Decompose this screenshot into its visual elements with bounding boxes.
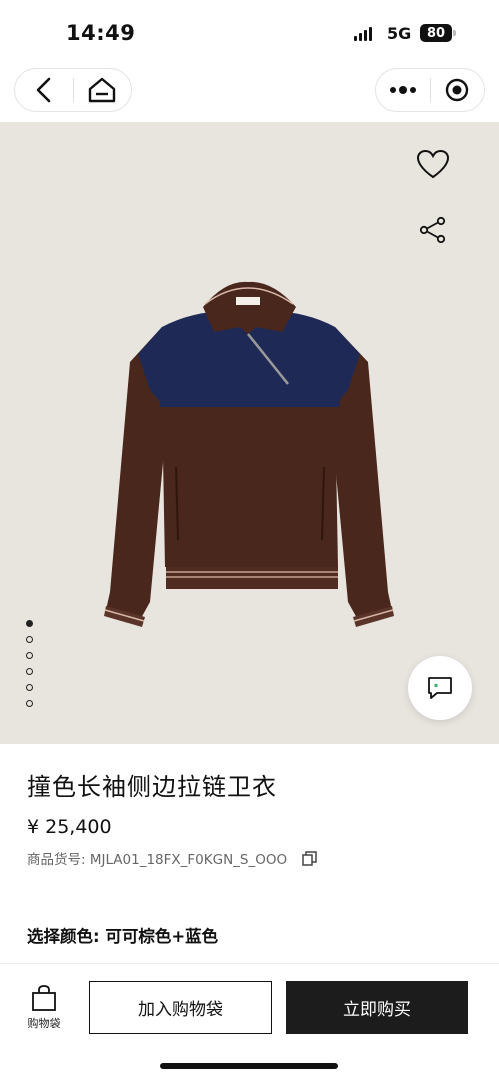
battery-icon: 80 <box>420 24 452 42</box>
pagination-dot[interactable] <box>26 636 33 643</box>
network-type: 5G <box>387 24 412 43</box>
battery-level: 80 <box>426 25 446 41</box>
add-to-bag-button[interactable]: 加入购物袋 <box>89 981 272 1034</box>
status-bar: 14:49 5G 80 <box>0 0 499 62</box>
navbar <box>0 62 499 122</box>
pagination-dot[interactable] <box>26 652 33 659</box>
bag-icon <box>32 985 56 1011</box>
buy-now-button[interactable]: 立即购买 <box>286 981 468 1034</box>
product-title: 撞色长袖侧边拉链卫衣 <box>27 773 277 801</box>
bag-label: 购物袋 <box>27 1017 61 1030</box>
product-sku: 商品货号: MJLA01_18FX_F0KGN_S_OOO <box>27 852 288 868</box>
close-target-icon <box>446 78 469 102</box>
back-button[interactable] <box>15 69 73 111</box>
home-button[interactable] <box>73 69 131 111</box>
favorite-button[interactable] <box>413 144 453 184</box>
home-indicator <box>160 1063 338 1069</box>
more-button[interactable] <box>376 69 430 111</box>
close-miniprogram-button[interactable] <box>430 69 484 111</box>
sku-row: 商品货号: MJLA01_18FX_F0KGN_S_OOO <box>27 848 317 868</box>
status-time: 14:49 <box>66 21 136 45</box>
pagination-dot[interactable] <box>26 620 33 627</box>
color-selector[interactable]: 选择颜色: 可可棕色+蓝色 <box>27 923 218 947</box>
battery-tip <box>453 30 456 36</box>
nav-left-capsule <box>14 68 132 112</box>
gallery-pagination <box>26 620 33 707</box>
pagination-dot[interactable] <box>26 700 33 707</box>
copy-icon <box>301 850 317 866</box>
chat-icon <box>428 677 452 699</box>
product-price: ¥ 25,400 <box>27 816 112 838</box>
home-icon <box>89 77 116 103</box>
more-icon <box>389 86 416 94</box>
shopping-bag-button[interactable]: 购物袋 <box>20 984 68 1032</box>
share-icon <box>419 216 446 244</box>
copy-sku-button[interactable] <box>301 850 317 866</box>
customer-service-button[interactable] <box>408 656 472 720</box>
heart-icon <box>416 149 450 179</box>
back-icon <box>36 77 51 103</box>
share-button[interactable] <box>413 210 453 250</box>
pagination-dot[interactable] <box>26 684 33 691</box>
product-gallery[interactable] <box>0 122 499 744</box>
signal-icon <box>354 27 372 41</box>
nav-right-capsule <box>375 68 485 112</box>
pagination-dot[interactable] <box>26 668 33 675</box>
